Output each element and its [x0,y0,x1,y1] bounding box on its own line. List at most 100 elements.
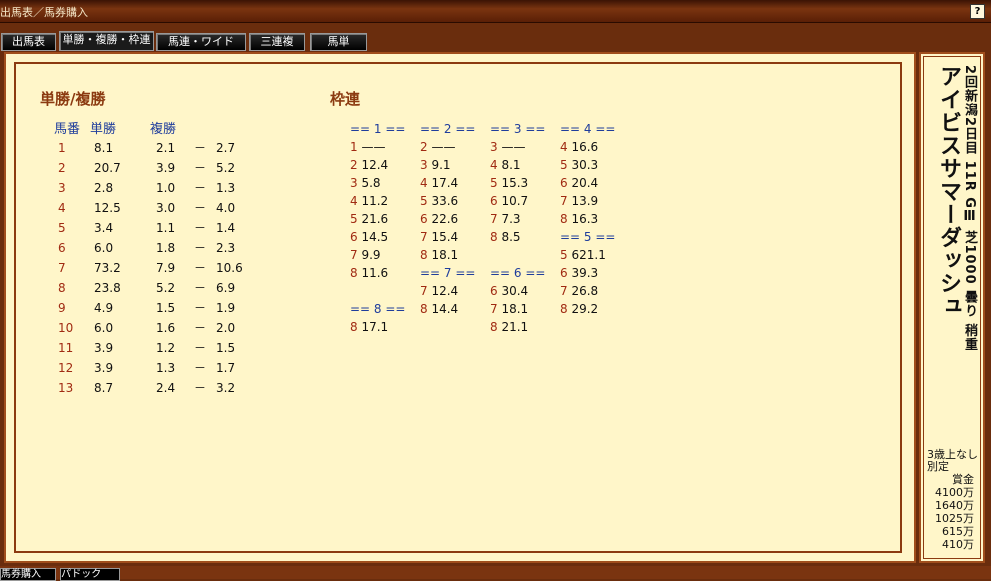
win-odds: 3.9 [94,341,114,355]
bracket-odds: 30.4 [501,284,529,298]
win-place-title: 単勝/複勝 [40,90,106,108]
bracket-odds-item[interactable]: 8 14.4 [420,300,458,318]
bracket-odds-item[interactable]: 5 30.3 [560,156,598,174]
bracket-odds-item[interactable]: 8 29.2 [560,300,598,318]
bracket-odds: 14.5 [361,230,389,244]
race-weight-condition: 別定 [927,460,949,473]
bracket-odds: 7.3 [501,212,521,226]
bracket-odds-item[interactable]: 4 16.6 [560,138,598,156]
tab-trio[interactable]: 三連複 [249,33,305,51]
place-odds-max: 1.5 [216,341,236,355]
place-odds-min: 3.0 [156,201,176,215]
bracket-odds-item[interactable]: 6 14.5 [350,228,388,246]
win-odds: 3.9 [94,361,114,375]
bracket-odds: 12.4 [361,158,389,172]
bracket-odds-item[interactable]: 8 16.3 [560,210,598,228]
bracket-odds: 30.3 [571,158,599,172]
bracket-odds: 12.4 [431,284,459,298]
bracket-odds-item[interactable]: 6 10.7 [490,192,528,210]
bracket-odds: 9.9 [361,248,381,262]
bracket-odds-item[interactable]: 5 33.6 [420,192,458,210]
bracket-odds-item[interactable]: 5 21.6 [350,210,388,228]
bracket-odds-item[interactable]: 8 21.1 [490,318,528,336]
bracket-odds-item[interactable]: 7 12.4 [420,282,458,300]
tab-shutsuba[interactable]: 出馬表 [1,33,56,51]
bracket-odds-item[interactable]: 4 17.4 [420,174,458,192]
bracket-odds-item[interactable]: 6 20.4 [560,174,598,192]
bracket-number: 6 [560,176,568,190]
place-odds-max: 4.0 [216,201,236,215]
bracket-title: 枠連 [330,90,361,108]
bracket-odds-item[interactable]: 8 11.6 [350,264,388,282]
prize-4: 615万 [942,525,974,538]
bracket-odds-item[interactable]: 1 —— [350,138,385,156]
place-odds-max: 5.2 [216,161,236,175]
bracket-number: 8 [560,302,568,316]
bracket-odds-item[interactable]: 2 12.4 [350,156,388,174]
bracket-number: 4 [420,176,428,190]
bracket-odds-item[interactable]: 7 13.9 [560,192,598,210]
bracket-odds-item[interactable]: 3 9.1 [420,156,451,174]
bracket-odds: 17.4 [431,176,459,190]
bracket-odds-item[interactable]: 5 15.3 [490,174,528,192]
place-odds-min: 1.8 [156,241,176,255]
bracket-odds-item[interactable]: 7 26.8 [560,282,598,300]
place-range-dash: － [194,261,207,275]
prize-2: 1640万 [935,499,974,512]
bracket-odds-item[interactable]: 7 18.1 [490,300,528,318]
bracket-odds: 10.7 [501,194,529,208]
help-button[interactable]: ? [970,4,985,19]
bracket-odds-item[interactable]: 4 11.2 [350,192,388,210]
race-info-inner: アイビスサマーダッシュ 2回新潟2日目 11R GⅢ 芝1000 曇り 稍重 3… [923,56,981,559]
win-odds: 4.9 [94,301,114,315]
bracket-odds-item[interactable]: 6 39.3 [560,264,598,282]
bracket-number: 7 [560,194,568,208]
bracket-odds-item[interactable]: 8 8.5 [490,228,521,246]
bracket-number: 7 [420,284,428,298]
tab-bet-purchase[interactable]: 馬券購入 [0,568,56,581]
horse-number: 9 [58,301,66,315]
bracket-odds-item[interactable]: 7 9.9 [350,246,381,264]
horse-number: 1 [58,141,66,155]
tab-win-place-bracket[interactable]: 単勝・複勝・枠連 [59,31,154,51]
bracket-odds-item[interactable]: 3 5.8 [350,174,381,192]
bracket-number: 7 [560,284,568,298]
place-range-dash: － [194,301,207,315]
bracket-odds-item[interactable]: 7 7.3 [490,210,521,228]
tab-exacta[interactable]: 馬単 [310,33,367,51]
bracket-number: 8 [490,230,498,244]
bracket-odds: 13.9 [571,194,599,208]
bracket-odds-item[interactable]: 8 17.1 [350,318,388,336]
place-odds-min: 1.2 [156,341,176,355]
bracket-header: == 3 == [490,122,546,136]
bracket-odds-item[interactable]: 7 15.4 [420,228,458,246]
bracket-odds: 16.6 [571,140,599,154]
bracket-number: 2 [420,140,428,154]
bracket-header: == 4 == [560,122,616,136]
place-odds-max: 6.9 [216,281,236,295]
bracket-odds: 39.3 [571,266,599,280]
tab-paddock[interactable]: パドック [60,568,120,581]
bracket-odds-item[interactable]: 6 30.4 [490,282,528,300]
place-odds-min: 1.5 [156,301,176,315]
win-odds: 12.5 [94,201,121,215]
bracket-odds-item[interactable]: 4 8.1 [490,156,521,174]
place-odds-max: 1.4 [216,221,236,235]
bracket-odds-item[interactable]: 6 22.6 [420,210,458,228]
bracket-odds-item[interactable]: 3 —— [490,138,525,156]
bracket-odds-item[interactable]: 2 —— [420,138,455,156]
prize-5: 410万 [942,538,974,551]
bracket-odds-item[interactable]: 8 18.1 [420,246,458,264]
prize-label: 賞金 [952,473,974,486]
bracket-odds: 21.1 [501,320,529,334]
place-odds-max: 10.6 [216,261,243,275]
win-odds: 2.8 [94,181,114,195]
place-odds-min: 5.2 [156,281,176,295]
bracket-header: == 2 == [420,122,476,136]
bracket-odds: 9.1 [431,158,451,172]
horse-number: 10 [58,321,74,335]
prize-1: 4100万 [935,486,974,499]
bracket-odds-item[interactable]: 5 621.1 [560,246,606,264]
bottom-tab-bar: 馬券購入 パドック [0,566,991,581]
tab-quinella-wide[interactable]: 馬連・ワイド [156,33,246,51]
